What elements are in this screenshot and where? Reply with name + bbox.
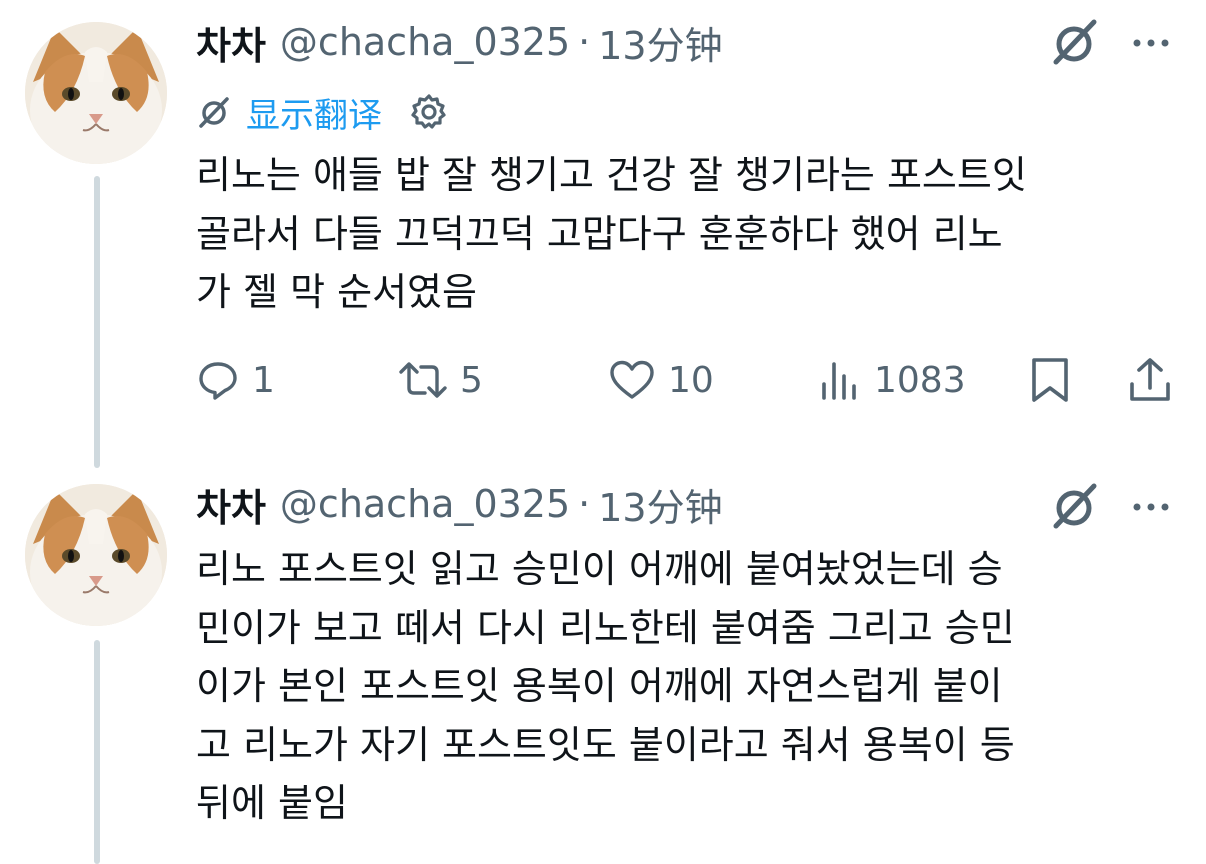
reply-count: 1 xyxy=(252,359,275,401)
author-name[interactable]: 차차 xyxy=(196,477,266,532)
more-button[interactable] xyxy=(1128,20,1174,66)
like-button[interactable]: 10 xyxy=(608,352,714,408)
like-count: 10 xyxy=(668,359,714,401)
like-icon xyxy=(610,360,654,399)
reply-icon xyxy=(199,362,237,400)
translate-icon xyxy=(199,97,229,128)
avatar[interactable] xyxy=(25,22,167,164)
tweet-header: 차차 @chacha_0325 · 13分钟 xyxy=(196,478,723,530)
author-handle[interactable]: @chacha_0325 xyxy=(280,20,570,64)
views-icon xyxy=(822,362,856,400)
show-translation[interactable]: 显示翻译 xyxy=(196,88,450,136)
show-translation-label[interactable]: 显示翻译 xyxy=(246,88,382,137)
grok-icon xyxy=(1053,483,1097,529)
cat-avatar-image xyxy=(25,484,167,626)
timestamp[interactable]: 13分钟 xyxy=(598,15,722,70)
share-icon xyxy=(1130,358,1170,401)
thread-line xyxy=(94,640,100,864)
grok-icon xyxy=(1053,19,1097,65)
retweet-icon xyxy=(399,362,447,398)
avatar[interactable] xyxy=(25,484,167,626)
share-button[interactable] xyxy=(1126,352,1174,408)
views-count: 1083 xyxy=(874,359,966,401)
tweet-header: 차차 @chacha_0325 · 13分钟 xyxy=(196,16,723,68)
reply-button[interactable]: 1 xyxy=(196,352,275,408)
timestamp[interactable]: 13分钟 xyxy=(598,477,722,532)
author-name[interactable]: 차차 xyxy=(196,15,266,70)
more-icon xyxy=(1133,503,1169,511)
bookmark-button[interactable] xyxy=(1028,352,1072,408)
separator-dot: · xyxy=(578,20,591,64)
retweet-count: 5 xyxy=(460,359,483,401)
gear-icon[interactable] xyxy=(408,91,450,133)
author-handle[interactable]: @chacha_0325 xyxy=(280,482,570,526)
thread-line xyxy=(94,176,100,468)
bookmark-icon xyxy=(1032,358,1068,402)
more-button[interactable] xyxy=(1128,484,1174,530)
tweet-text: 리노는 애들 밥 잘 챙기고 건강 잘 챙기라는 포스트잇 골라서 다들 끄덕끄… xyxy=(196,153,1027,314)
action-bar: 1 5 10 1083 xyxy=(196,352,1176,408)
more-icon xyxy=(1133,39,1169,47)
retweet-button[interactable]: 5 xyxy=(398,352,483,408)
grok-button[interactable] xyxy=(1050,480,1102,532)
views-button[interactable]: 1083 xyxy=(818,352,966,408)
separator-dot: · xyxy=(578,482,591,526)
grok-button[interactable] xyxy=(1050,16,1102,68)
tweet-text: 리노 포스트잇 읽고 승민이 어깨에 붙여놨었는데 승 민이가 보고 떼서 다시… xyxy=(196,547,1015,825)
cat-avatar-image xyxy=(25,22,167,164)
